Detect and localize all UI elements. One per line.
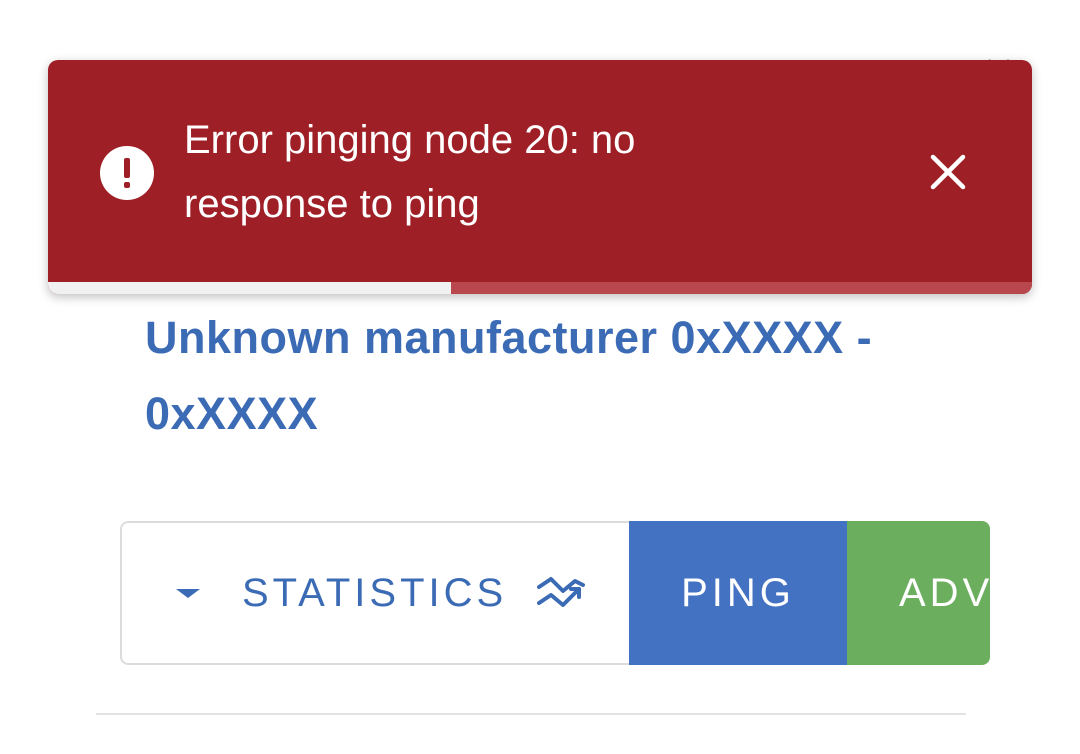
error-toast: Error pinging node 20: no response to pi…	[48, 60, 1032, 294]
advanced-button[interactable]: ADV	[847, 521, 990, 665]
page: • • Error pinging node 20: no response t…	[0, 0, 1080, 754]
dropdown-caret-icon	[176, 588, 200, 598]
close-icon[interactable]	[922, 146, 974, 198]
device-title: Unknown manufacturer 0xXXXX - 0xXXXX	[145, 312, 873, 439]
toast-timer-track	[48, 282, 1032, 294]
toast-message: Error pinging node 20: no response to pi…	[184, 118, 636, 226]
toast-timer-progress	[48, 282, 452, 294]
error-circle-icon	[100, 146, 154, 200]
trending-icon	[535, 573, 587, 613]
ping-button[interactable]: PING	[629, 521, 847, 665]
statistics-button[interactable]: STATISTICS	[120, 521, 629, 665]
statistics-label: STATISTICS	[242, 570, 508, 615]
divider	[96, 713, 966, 715]
action-button-group: STATISTICS PING ADV	[120, 521, 990, 665]
